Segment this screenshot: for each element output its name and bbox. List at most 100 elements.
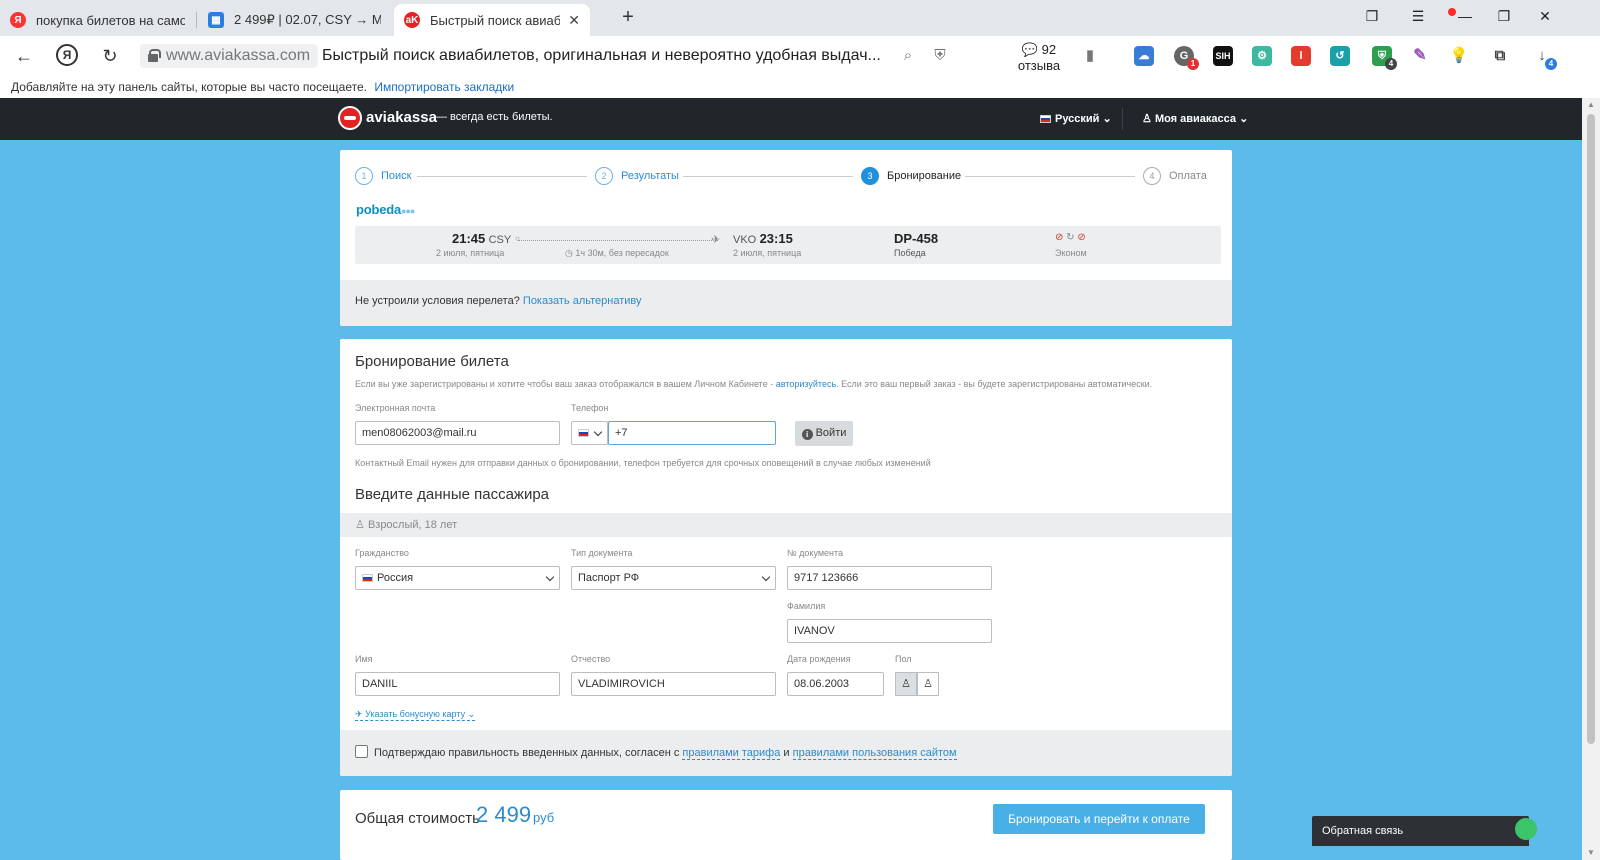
airline-logo: pobeda●●●	[356, 202, 415, 217]
extension-l-icon[interactable]: l	[1291, 46, 1311, 66]
reload-icon[interactable]: ↻	[98, 44, 122, 68]
email-field[interactable]: men08062003@mail.ru	[355, 421, 560, 445]
account-menu[interactable]: ♙ Моя авиакасса ⌄	[1142, 112, 1248, 125]
scroll-up-icon[interactable]: ▲	[1587, 100, 1595, 109]
extension-refresh-icon[interactable]: ↺	[1330, 46, 1350, 66]
site-tagline: — всегда есть билеты.	[436, 111, 553, 123]
gender-male-button[interactable]: ♙	[895, 672, 917, 696]
carrier-name: Победа	[894, 248, 926, 258]
collections-icon[interactable]: ❐	[1362, 8, 1382, 25]
gender-female-button[interactable]: ♙	[917, 672, 939, 696]
yandex-home-icon[interactable]: Я	[56, 44, 78, 66]
language-selector[interactable]: Русский ⌄	[1040, 112, 1112, 125]
phone-country-select[interactable]	[571, 421, 608, 445]
site-rules-link[interactable]: правилами пользования сайтом	[792, 747, 957, 760]
yandex-icon: Я	[10, 12, 26, 28]
plane-icon: ✈	[355, 709, 363, 719]
russia-flag-icon	[1040, 115, 1051, 123]
tariff-rules-link[interactable]: правилами тарифа	[682, 747, 781, 760]
address-bar: ← Я ↻ www.aviakassa.com Быстрый поиск ав…	[0, 36, 1600, 79]
scroll-down-icon[interactable]: ▼	[1587, 848, 1595, 857]
extension-shield-icon[interactable]: ⛨ 4	[1372, 46, 1397, 70]
step-payment: 4 Оплата	[1143, 166, 1207, 186]
contact-note: Контактный Email нужен для отправки данн…	[355, 458, 931, 468]
tab-aviakassa[interactable]: aK Быстрый поиск авиаби ✕	[394, 4, 590, 36]
booking-form-card: Бронирование билета Если вы уже зарегист…	[340, 339, 1232, 776]
extension-puzzle-icon[interactable]: ⧉	[1490, 46, 1510, 66]
bookmarks-bar: Добавляйте на эту панель сайты, которые …	[0, 76, 1600, 98]
back-icon[interactable]: ←	[12, 44, 36, 68]
total-currency: руб	[533, 810, 555, 825]
extension-bulb-icon[interactable]: 💡	[1449, 46, 1469, 66]
departure: 21:45 CSY	[452, 231, 512, 246]
cloud-extension-icon[interactable]: ☁	[1134, 46, 1154, 66]
restore-icon[interactable]: ❐	[1494, 8, 1514, 25]
fare-class: Эконом	[1055, 248, 1087, 258]
reviews-widget[interactable]: 💬 92 отзыва	[1000, 42, 1078, 79]
duration: ◷ 1ч 30м, без пересадок	[565, 248, 669, 258]
extension-feather-icon[interactable]: ✎	[1410, 46, 1430, 66]
authorize-link[interactable]: авторизуйтесь	[776, 379, 836, 389]
bonus-card-link[interactable]: ✈ Указать бонусную карту ⌄	[355, 709, 476, 721]
tab-yandex-search[interactable]: Я покупка билетов на само	[0, 4, 195, 36]
total-price: 2 499	[476, 802, 532, 827]
patronymic-field[interactable]: VLADIMIROVICH	[571, 672, 776, 696]
menu-icon[interactable]: ☰	[1408, 8, 1428, 25]
birth-date-field[interactable]: 08.06.2003	[787, 672, 884, 696]
feedback-widget[interactable]: Обратная связь	[1312, 816, 1537, 846]
plane-icon: ✈	[711, 234, 721, 246]
bookmark-icon[interactable]: ▮	[1080, 46, 1100, 66]
booking-title: Бронирование билета	[355, 353, 509, 370]
new-tab-button[interactable]: +	[616, 6, 640, 30]
arrival: VKO 23:15	[733, 231, 793, 246]
protect-icon[interactable]: ⛨	[930, 46, 950, 66]
citizenship-select[interactable]: Россия	[355, 566, 560, 590]
female-icon: ♙	[923, 678, 933, 690]
minimize-icon[interactable]: —	[1455, 8, 1475, 24]
russia-flag-icon	[578, 429, 589, 437]
step-results[interactable]: 2 Результаты	[595, 166, 679, 186]
first-name-field[interactable]: DANIIL	[355, 672, 560, 696]
extension-sih-icon[interactable]: SIH	[1213, 46, 1233, 66]
passenger-title: Введите данные пассажира	[355, 486, 550, 503]
confirm-band: Подтверждаю правильность введенных данны…	[340, 730, 1232, 776]
site-header: aviakassa — всегда есть билеты. Русский …	[0, 98, 1582, 140]
surname-field[interactable]: IVANOV	[787, 619, 992, 643]
url-host[interactable]: www.aviakassa.com	[140, 44, 319, 68]
flight-summary-card: 1 Поиск 2 Результаты 3 Бронирование 4 Оп…	[340, 150, 1232, 326]
info-icon: i	[801, 429, 813, 440]
tab-price[interactable]: ▦ 2 499₽ | 02.07, CSY → MOW	[198, 4, 391, 36]
chevron-down-icon	[545, 572, 555, 582]
phone-field[interactable]: +7	[608, 421, 776, 445]
chevron-down-icon	[593, 427, 603, 437]
step-search[interactable]: 1 Поиск	[355, 166, 411, 186]
aviakassa-logo-icon[interactable]	[338, 106, 362, 130]
total-label: Общая стоимость	[355, 810, 480, 827]
route-line	[518, 240, 718, 241]
show-alternative-link[interactable]: Показать альтернативу	[523, 295, 642, 307]
close-tab-icon[interactable]: ✕	[568, 12, 580, 29]
login-button[interactable]: i Войти	[795, 421, 853, 446]
search-icon[interactable]: ⌕	[898, 46, 918, 66]
downloads-icon[interactable]: ↓ 4	[1532, 46, 1557, 70]
russia-flag-icon	[362, 574, 373, 582]
flight-row[interactable]: 21:45 CSY 2 июля, пятница ○ ✈ ◷ 1ч 30м, …	[355, 226, 1221, 264]
url-page-title[interactable]: Быстрый поиск авиабилетов, оригинальная …	[322, 44, 881, 68]
document-number-field[interactable]: 9717 123666	[787, 566, 992, 590]
book-and-pay-button[interactable]: Бронировать и перейти к оплате	[993, 804, 1205, 834]
clock-icon: ◷	[565, 248, 573, 258]
import-bookmarks-link[interactable]: Импортировать закладки	[374, 80, 514, 94]
auth-note: Если вы уже зарегистрированы и хотите чт…	[355, 379, 1153, 389]
scrollbar-thumb[interactable]	[1587, 114, 1595, 744]
site-logo[interactable]: aviakassa	[366, 109, 437, 126]
close-window-icon[interactable]: ✕	[1535, 8, 1555, 25]
document-type-select[interactable]: Паспорт РФ	[571, 566, 776, 590]
male-icon: ♙	[901, 678, 911, 690]
person-icon: ♙	[355, 519, 365, 531]
confirm-checkbox[interactable]	[355, 745, 368, 758]
extension-tools-icon[interactable]: ⚙	[1252, 46, 1272, 66]
step-booking: 3 Бронирование	[861, 166, 961, 186]
extension-g-icon[interactable]: G1	[1174, 46, 1199, 70]
flight-number: DP-458	[894, 231, 939, 246]
scrollbar[interactable]: ▲ ▼	[1582, 98, 1600, 860]
